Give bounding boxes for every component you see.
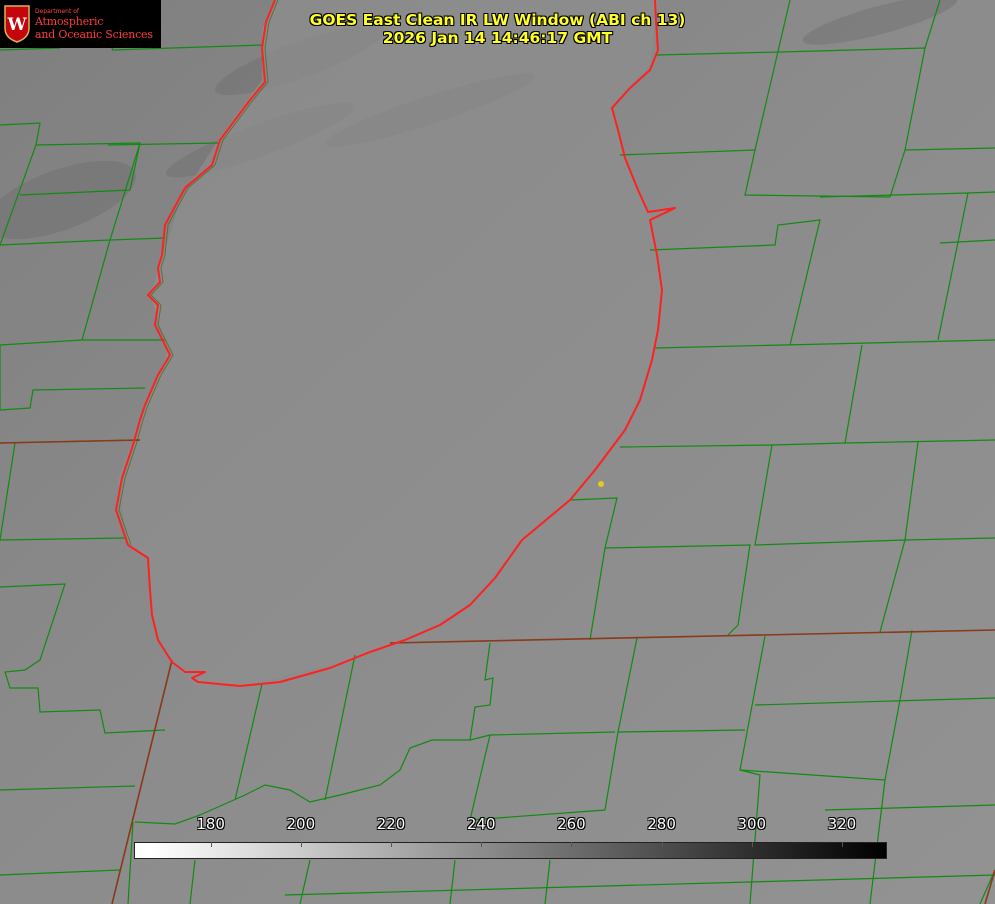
colorbar-tick-mark bbox=[300, 842, 302, 847]
location-marker bbox=[598, 481, 604, 487]
colorbar-tick-label: 300 bbox=[737, 815, 767, 833]
colorbar-tick-label: 240 bbox=[466, 815, 496, 833]
colorbar-tick-label: 180 bbox=[196, 815, 225, 833]
title-line-2: 2026 Jan 14 14:46:17 GMT bbox=[382, 29, 613, 47]
colorbar-tick-label: 320 bbox=[827, 815, 857, 833]
title-line-1: GOES East Clean IR LW Window (ABI ch 13) bbox=[309, 11, 686, 29]
colorbar-tick-mark bbox=[751, 842, 753, 847]
colorbar-tick-mark bbox=[210, 842, 212, 847]
colorbar-tick-label: 200 bbox=[286, 815, 316, 833]
colorbar-tick-mark bbox=[571, 842, 573, 847]
colorbar-tick-mark bbox=[841, 842, 843, 847]
temperature-colorbar bbox=[134, 842, 887, 859]
image-title: GOES East Clean IR LW Window (ABI ch 13)… bbox=[0, 11, 995, 47]
colorbar-tick-mark bbox=[481, 842, 483, 847]
colorbar-tick-label: 220 bbox=[376, 815, 406, 833]
colorbar-tick-label: 280 bbox=[647, 815, 676, 833]
colorbar-tick-label: 260 bbox=[557, 815, 586, 833]
colorbar-tick-mark bbox=[391, 842, 392, 847]
satellite-map bbox=[0, 0, 995, 904]
colorbar-tick-mark bbox=[661, 842, 663, 847]
